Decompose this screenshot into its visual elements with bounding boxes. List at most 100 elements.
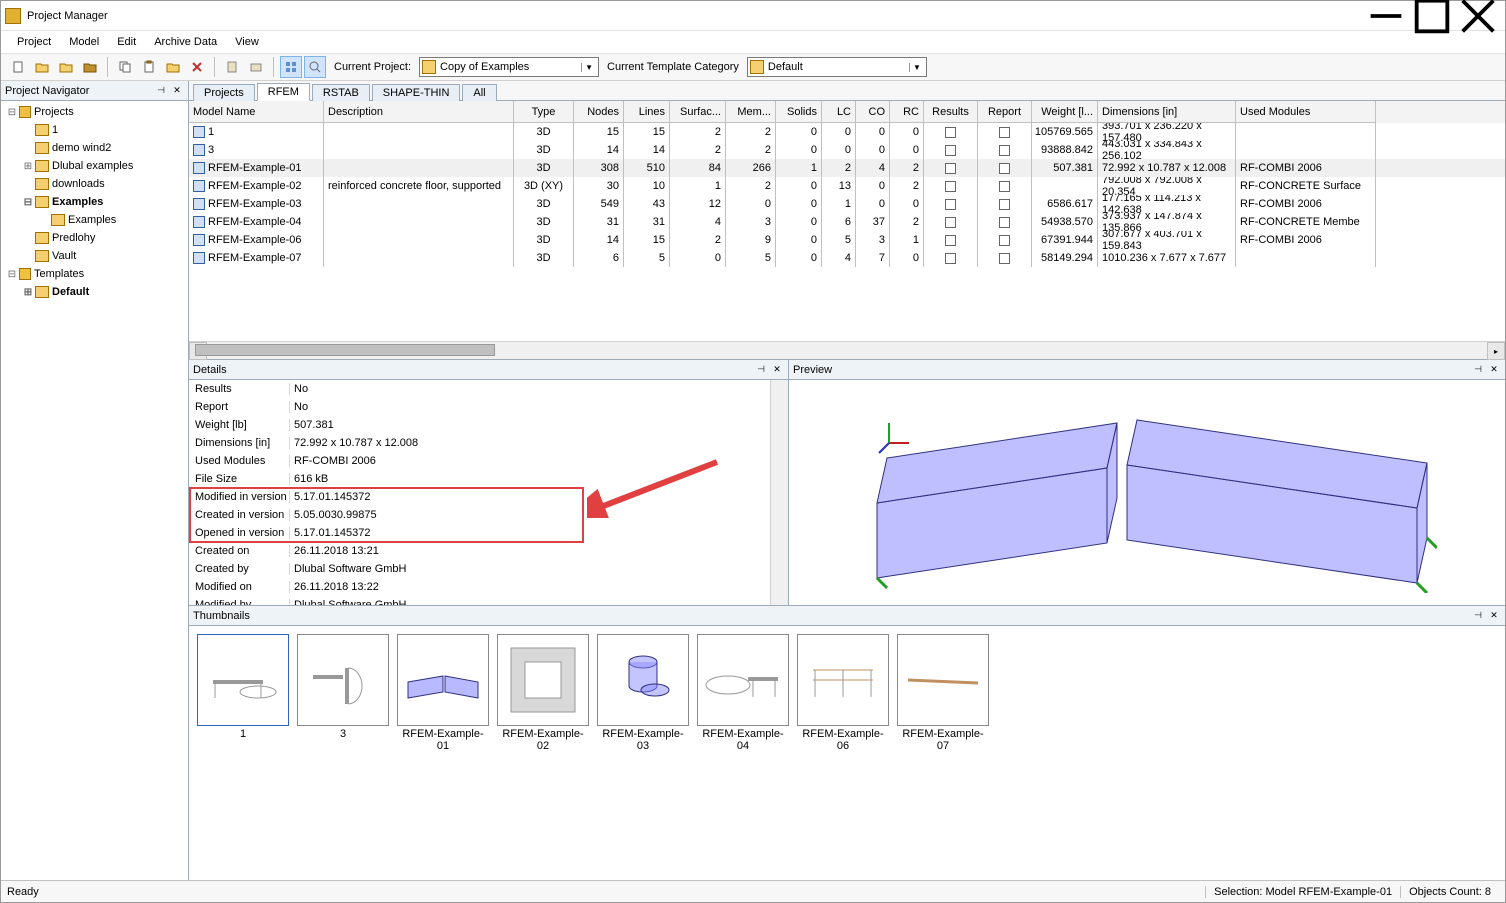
- checkbox-icon[interactable]: [945, 145, 956, 156]
- column-header[interactable]: CO: [856, 101, 890, 123]
- column-header[interactable]: RC: [890, 101, 924, 123]
- checkbox-icon[interactable]: [945, 127, 956, 138]
- tab-projects[interactable]: Projects: [193, 84, 255, 101]
- table-row[interactable]: 33D141422000093888.842443.031 x 334.843 …: [189, 141, 1505, 159]
- checkbox-icon[interactable]: [945, 199, 956, 210]
- table-row[interactable]: RFEM-Example-013D308510842661242507.3817…: [189, 159, 1505, 177]
- column-header[interactable]: LC: [822, 101, 856, 123]
- menu-project[interactable]: Project: [9, 34, 59, 50]
- tree-node[interactable]: downloads: [1, 175, 188, 193]
- thumbnail-item[interactable]: RFEM-Example-04: [697, 634, 789, 752]
- column-header[interactable]: Description: [324, 101, 514, 123]
- checkbox-icon[interactable]: [999, 127, 1010, 138]
- menu-edit[interactable]: Edit: [109, 34, 144, 50]
- menu-archive-data[interactable]: Archive Data: [146, 34, 225, 50]
- thumbnail-item[interactable]: RFEM-Example-02: [497, 634, 589, 752]
- column-header[interactable]: Weight [l...: [1032, 101, 1098, 123]
- table-row[interactable]: RFEM-Example-033D5494312001006586.617177…: [189, 195, 1505, 213]
- open-folder-button[interactable]: [31, 56, 53, 78]
- column-header[interactable]: Type: [514, 101, 574, 123]
- h-scrollbar[interactable]: ◂▸: [189, 341, 1505, 359]
- checkbox-icon[interactable]: [999, 235, 1010, 246]
- thumbnail-item[interactable]: RFEM-Example-06: [797, 634, 889, 752]
- checkbox-icon[interactable]: [945, 217, 956, 228]
- pin-icon[interactable]: ⊣: [154, 84, 168, 98]
- folder-yellow-button[interactable]: [55, 56, 77, 78]
- column-header[interactable]: Solids: [776, 101, 822, 123]
- preview-canvas[interactable]: [789, 380, 1505, 605]
- tree-node[interactable]: ⊟Projects: [1, 103, 188, 121]
- folder2-button[interactable]: [162, 56, 184, 78]
- tree-node[interactable]: ⊞Dlubal examples: [1, 157, 188, 175]
- tab-shape-thin[interactable]: SHAPE-THIN: [372, 84, 461, 101]
- tab-rfem[interactable]: RFEM: [257, 83, 310, 101]
- v-scrollbar[interactable]: [770, 380, 788, 605]
- checkbox-icon[interactable]: [999, 199, 1010, 210]
- tree-node[interactable]: Predlohy: [1, 229, 188, 247]
- find-button[interactable]: [245, 56, 267, 78]
- tree-node[interactable]: ⊞Default: [1, 283, 188, 301]
- thumbnails-body[interactable]: 13RFEM-Example-01RFEM-Example-02RFEM-Exa…: [189, 626, 1505, 827]
- model-grid-body[interactable]: 13D1515220000105769.565393.701 x 236.220…: [189, 123, 1505, 341]
- folder-dark-button[interactable]: [79, 56, 101, 78]
- tree-node[interactable]: Examples: [1, 211, 188, 229]
- thumbnail-item[interactable]: RFEM-Example-01: [397, 634, 489, 752]
- column-header[interactable]: Model Name: [189, 101, 324, 123]
- thumbnail-item[interactable]: 3: [297, 634, 389, 740]
- close-button[interactable]: [1455, 2, 1501, 30]
- tree-node[interactable]: 1: [1, 121, 188, 139]
- minimize-button[interactable]: [1363, 2, 1409, 30]
- tab-rstab[interactable]: RSTAB: [312, 84, 370, 101]
- column-header[interactable]: Lines: [624, 101, 670, 123]
- table-row[interactable]: RFEM-Example-063D141529053167391.944307.…: [189, 231, 1505, 249]
- tab-all[interactable]: All: [462, 84, 496, 101]
- tree-node[interactable]: Vault: [1, 247, 188, 265]
- paste-button[interactable]: [138, 56, 160, 78]
- tree-node[interactable]: ⊟Examples: [1, 193, 188, 211]
- current-project-select[interactable]: Copy of Examples ▼: [419, 57, 599, 77]
- column-header[interactable]: Dimensions [in]: [1098, 101, 1236, 123]
- table-row[interactable]: RFEM-Example-02reinforced concrete floor…: [189, 177, 1505, 195]
- column-header[interactable]: Results: [924, 101, 978, 123]
- checkbox-icon[interactable]: [945, 235, 956, 246]
- copy-button[interactable]: [114, 56, 136, 78]
- delete-button[interactable]: [186, 56, 208, 78]
- close-icon[interactable]: ✕: [770, 363, 784, 377]
- column-header[interactable]: Surfac...: [670, 101, 726, 123]
- column-header[interactable]: Mem...: [726, 101, 776, 123]
- tree-node[interactable]: ⊟Templates: [1, 265, 188, 283]
- table-row[interactable]: RFEM-Example-043D3131430637254938.570373…: [189, 213, 1505, 231]
- table-row[interactable]: RFEM-Example-073D6505047058149.2941010.2…: [189, 249, 1505, 267]
- checkbox-icon[interactable]: [999, 163, 1010, 174]
- maximize-button[interactable]: [1409, 2, 1455, 30]
- paste2-button[interactable]: [221, 56, 243, 78]
- menu-view[interactable]: View: [227, 34, 267, 50]
- close-icon[interactable]: ✕: [170, 84, 184, 98]
- close-icon[interactable]: ✕: [1487, 609, 1501, 623]
- column-header[interactable]: Used Modules: [1236, 101, 1376, 123]
- checkbox-icon[interactable]: [945, 253, 956, 264]
- navigator-tree[interactable]: ⊟Projects1demo wind2⊞Dlubal examplesdown…: [1, 101, 188, 880]
- checkbox-icon[interactable]: [945, 163, 956, 174]
- view-grid-button[interactable]: [280, 56, 302, 78]
- thumbnail-item[interactable]: RFEM-Example-03: [597, 634, 689, 752]
- thumbnail-item[interactable]: 1: [197, 634, 289, 740]
- checkbox-icon[interactable]: [999, 217, 1010, 228]
- checkbox-icon[interactable]: [999, 181, 1010, 192]
- new-button[interactable]: [7, 56, 29, 78]
- table-row[interactable]: 13D1515220000105769.565393.701 x 236.220…: [189, 123, 1505, 141]
- menu-model[interactable]: Model: [61, 34, 107, 50]
- view-find-button[interactable]: [304, 56, 326, 78]
- pin-icon[interactable]: ⊣: [1471, 363, 1485, 377]
- pin-icon[interactable]: ⊣: [1471, 609, 1485, 623]
- column-header[interactable]: Nodes: [574, 101, 624, 123]
- checkbox-icon[interactable]: [999, 253, 1010, 264]
- tree-node[interactable]: demo wind2: [1, 139, 188, 157]
- checkbox-icon[interactable]: [999, 145, 1010, 156]
- close-icon[interactable]: ✕: [1487, 363, 1501, 377]
- checkbox-icon[interactable]: [945, 181, 956, 192]
- column-header[interactable]: Report: [978, 101, 1032, 123]
- current-template-select[interactable]: Default ▼: [747, 57, 927, 77]
- pin-icon[interactable]: ⊣: [754, 363, 768, 377]
- thumbnail-item[interactable]: RFEM-Example-07: [897, 634, 989, 752]
